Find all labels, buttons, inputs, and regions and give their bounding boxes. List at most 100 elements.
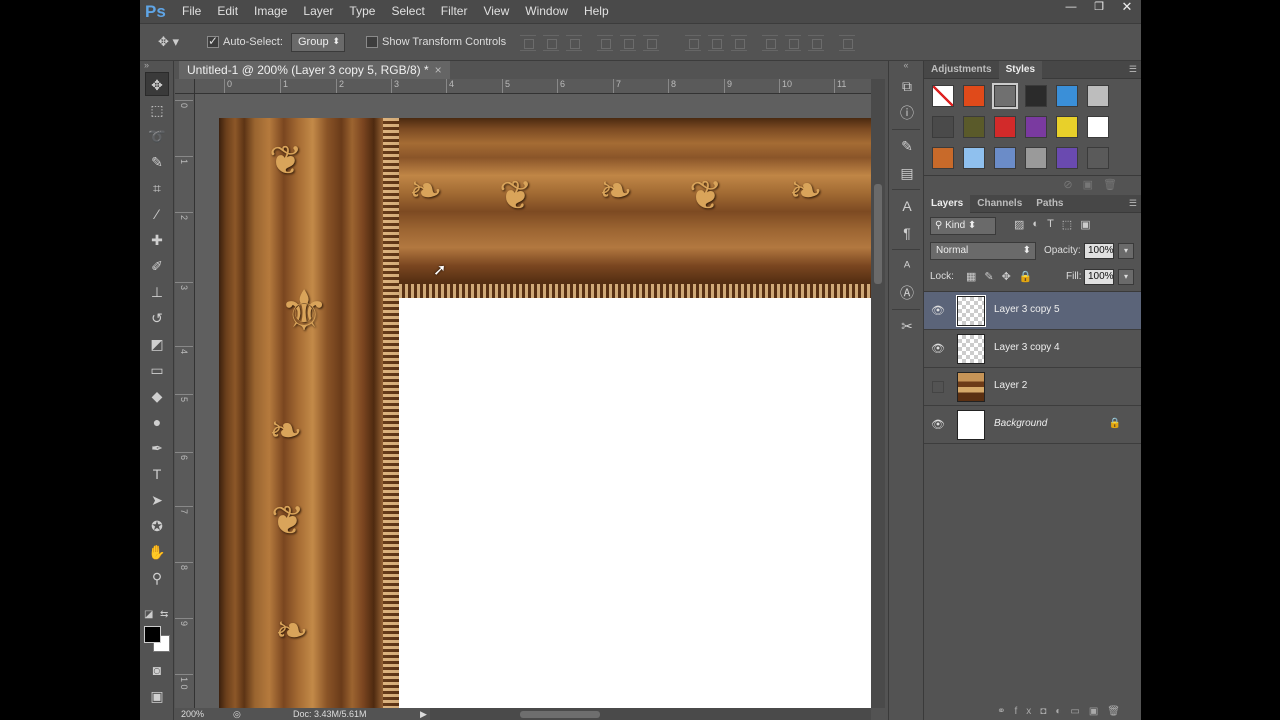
delete-layer-icon[interactable]: 🗑 — [1107, 706, 1129, 717]
fill-dropdown-icon[interactable]: ▾ — [1118, 269, 1134, 285]
fx-icon[interactable]: fx — [1015, 706, 1041, 717]
filter-smart-icon[interactable]: ▣ — [1080, 218, 1090, 231]
style-swatch[interactable] — [1087, 147, 1109, 169]
style-swatch[interactable] — [1056, 116, 1078, 138]
info-panel-icon[interactable]: ⓘ — [894, 101, 920, 125]
brush-presets-icon[interactable]: ✎ — [894, 134, 920, 158]
menu-filter[interactable]: Filter — [433, 0, 476, 23]
history-panel-icon[interactable]: ⧉ — [894, 74, 920, 98]
paragraph-styles-icon[interactable]: Ⓐ — [894, 281, 920, 305]
style-swatch[interactable] — [992, 83, 1018, 109]
style-swatch[interactable] — [1025, 147, 1047, 169]
quick-mask-icon[interactable]: ◙ — [145, 658, 169, 682]
distribute-top-icon[interactable] — [685, 35, 701, 51]
filter-type-icon[interactable]: T — [1047, 218, 1054, 231]
default-colors-icon[interactable]: ◪ — [144, 609, 153, 620]
lock-transparent-icon[interactable]: ▦ — [966, 270, 976, 283]
zoom-level[interactable]: 200% — [181, 709, 204, 719]
gradient-tool-icon[interactable]: ▭ — [145, 358, 169, 382]
style-swatch[interactable] — [994, 147, 1016, 169]
new-group-icon[interactable]: ▭ — [1070, 706, 1088, 717]
layer-row[interactable]: 👁 Background 🔒 — [924, 406, 1141, 444]
style-swatch[interactable] — [1025, 116, 1047, 138]
layer-row[interactable]: 👁 Layer 3 copy 5 — [924, 292, 1141, 330]
move-tool-icon[interactable]: ✥ — [145, 72, 169, 96]
blend-mode-dropdown[interactable]: Normal ⬍ — [930, 242, 1036, 260]
status-menu-arrow-icon[interactable]: ▶ — [420, 709, 427, 720]
tab-layers[interactable]: Layers — [924, 194, 971, 213]
style-swatch[interactable] — [1025, 85, 1047, 107]
eyedropper-tool-icon[interactable]: ⁄ — [145, 202, 169, 226]
swap-colors-icon[interactable]: ⇆ — [160, 609, 168, 620]
screen-mode-icon[interactable]: ▣ — [145, 684, 169, 708]
distribute-hcenter-icon[interactable] — [785, 35, 801, 51]
opacity-dropdown-icon[interactable]: ▾ — [1118, 243, 1134, 259]
align-bottom-icon[interactable] — [566, 35, 582, 51]
eraser-tool-icon[interactable]: ◩ — [145, 332, 169, 356]
align-right-icon[interactable] — [643, 35, 659, 51]
adjustment-layer-icon[interactable]: ◐ — [1055, 706, 1070, 717]
crop-tool-icon[interactable]: ⌗ — [145, 176, 169, 200]
horizontal-scrollbar[interactable] — [430, 708, 871, 720]
foreground-color-swatch[interactable] — [144, 626, 161, 643]
document-close-icon[interactable]: × — [435, 63, 442, 77]
document-tab[interactable]: Untitled-1 @ 200% (Layer 3 copy 5, RGB/8… — [179, 61, 450, 79]
align-top-icon[interactable] — [520, 35, 536, 51]
hand-tool-icon[interactable]: ✋ — [145, 540, 169, 564]
panel-grip-icon[interactable]: « — [889, 61, 923, 71]
vertical-scrollbar[interactable] — [871, 79, 885, 708]
style-swatch[interactable] — [1056, 147, 1078, 169]
menu-image[interactable]: Image — [246, 0, 295, 23]
filter-pixel-icon[interactable]: ▨ — [1014, 218, 1024, 231]
style-swatch[interactable] — [1087, 85, 1109, 107]
restore-button[interactable]: ❐ — [1085, 0, 1113, 16]
vertical-scroll-thumb[interactable] — [874, 184, 882, 284]
healing-brush-tool-icon[interactable]: ✚ — [145, 228, 169, 252]
history-brush-tool-icon[interactable]: ↺ — [145, 306, 169, 330]
align-left-icon[interactable] — [597, 35, 613, 51]
eye-icon[interactable]: 👁 — [930, 303, 946, 319]
filter-shape-icon[interactable]: ⬚ — [1062, 218, 1072, 231]
distribute-left-icon[interactable] — [762, 35, 778, 51]
lock-position-icon[interactable]: ✥ — [1002, 270, 1011, 283]
eye-icon[interactable]: 👁 — [930, 417, 946, 433]
clone-stamp-tool-icon[interactable]: ⊥ — [145, 280, 169, 304]
quick-select-tool-icon[interactable]: ✎ — [145, 150, 169, 174]
align-vcenter-icon[interactable] — [543, 35, 559, 51]
pen-tool-icon[interactable]: ✒ — [145, 436, 169, 460]
marquee-tool-icon[interactable]: ⬚ — [145, 98, 169, 122]
new-layer-icon[interactable]: ▣ — [1089, 706, 1107, 717]
style-swatch[interactable] — [1087, 116, 1109, 138]
minimize-button[interactable]: — — [1057, 0, 1085, 16]
horizontal-ruler[interactable]: 0 1 2 3 4 5 6 7 8 9 10 11 — [195, 79, 871, 94]
style-swatch[interactable] — [963, 147, 985, 169]
auto-select-checkbox[interactable] — [207, 34, 219, 48]
lasso-tool-icon[interactable]: ➰ — [145, 124, 169, 148]
visibility-toggle-empty[interactable] — [932, 381, 944, 393]
zoom-tool-icon[interactable]: ⚲ — [145, 566, 169, 590]
lock-all-icon[interactable]: 🔒 — [1019, 270, 1033, 283]
menu-edit[interactable]: Edit — [209, 0, 246, 23]
blur-tool-icon[interactable]: ◆ — [145, 384, 169, 408]
brush-tool-icon[interactable]: ✐ — [145, 254, 169, 278]
tab-adjustments[interactable]: Adjustments — [924, 61, 999, 79]
distribute-bottom-icon[interactable] — [731, 35, 747, 51]
style-swatch[interactable] — [932, 85, 954, 107]
tab-styles[interactable]: Styles — [998, 60, 1043, 79]
style-swatch[interactable] — [932, 116, 954, 138]
menu-help[interactable]: Help — [576, 0, 617, 23]
lock-pixels-icon[interactable]: ✎ — [984, 270, 993, 283]
character-panel-icon[interactable]: A — [894, 194, 920, 218]
layer-row[interactable]: 👁 Layer 3 copy 4 — [924, 330, 1141, 368]
menu-select[interactable]: Select — [383, 0, 432, 23]
align-hcenter-icon[interactable] — [620, 35, 636, 51]
layers-panel-menu-icon[interactable]: ☰ — [1129, 198, 1137, 209]
path-selection-tool-icon[interactable]: ➤ — [145, 488, 169, 512]
style-swatch[interactable] — [1056, 85, 1078, 107]
fill-input[interactable]: 100% — [1084, 269, 1114, 285]
auto-select-target-dropdown[interactable]: Group — [291, 33, 345, 52]
eye-icon[interactable]: 👁 — [930, 341, 946, 357]
type-tool-icon[interactable]: T — [145, 462, 169, 486]
show-transform-checkbox[interactable] — [366, 36, 378, 48]
character-styles-icon[interactable]: ᴬ — [894, 254, 920, 278]
